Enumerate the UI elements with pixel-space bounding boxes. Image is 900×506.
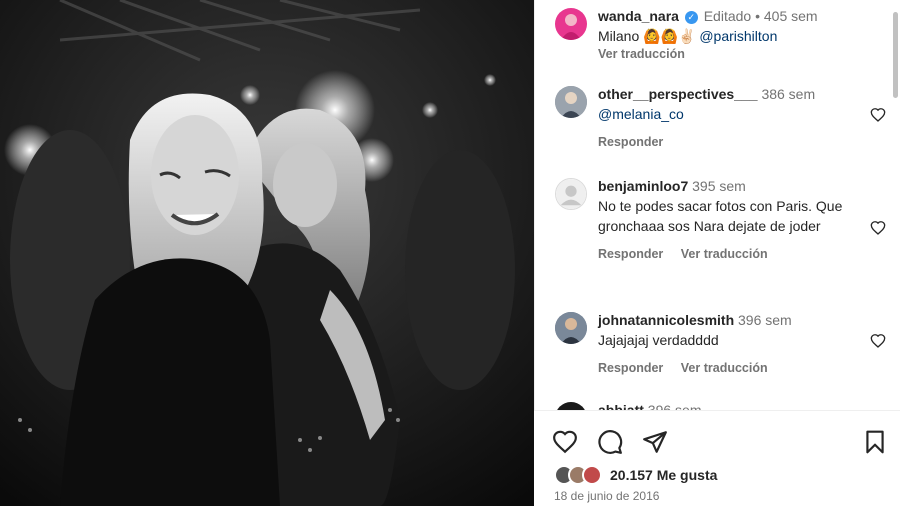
like-comment-heart-icon[interactable] (870, 220, 886, 236)
comment-item: other__perspectives___ 386 sem @melania_… (555, 84, 885, 152)
comment-username[interactable]: other__perspectives___ (598, 86, 758, 102)
caption-username[interactable]: wanda_nara (598, 8, 679, 24)
share-icon[interactable] (642, 429, 668, 455)
likes-count[interactable]: 20.157 Me gusta (610, 467, 717, 483)
bookmark-icon[interactable] (862, 429, 888, 455)
caption-mention[interactable]: @parishilton (699, 28, 777, 44)
avatar[interactable] (555, 178, 587, 210)
comment-icon[interactable] (597, 429, 623, 455)
comment-username[interactable]: johnatannicolesmith (598, 312, 734, 328)
caption-translate[interactable]: Ver traducción (598, 46, 885, 62)
caption-text: Milano 🙆🙆✌🏻 (598, 28, 696, 44)
reply-button[interactable]: Responder (598, 361, 663, 375)
likes-summary[interactable]: 20.157 Me gusta (554, 465, 717, 485)
caption-edited: Editado (703, 8, 752, 24)
comment-username[interactable]: benjaminloo7 (598, 178, 688, 194)
scrollbar-thumb[interactable] (893, 12, 898, 98)
separator: • (755, 8, 760, 24)
post-date: 18 de junio de 2016 (554, 489, 660, 503)
comment-text: Jajajajaj verdadddd (598, 332, 719, 348)
post-photo[interactable] (0, 0, 534, 506)
post-actions: 20.157 Me gusta 18 de junio de 2016 (534, 410, 900, 506)
avatar[interactable] (555, 86, 587, 118)
comment-text: No te podes sacar fotos con Paris. Que g… (598, 198, 843, 234)
reply-button[interactable]: Responder (598, 135, 663, 149)
caption-time: 405 sem (763, 8, 818, 24)
comment-item: johnatannicolesmith 396 sem Jajajajaj ve… (555, 310, 885, 378)
comment-item: benjaminloo7 395 sem No te podes sacar f… (555, 176, 885, 264)
like-comment-heart-icon[interactable] (870, 107, 886, 123)
comment-time: 396 sem (738, 312, 792, 328)
comment-time: 386 sem (761, 86, 816, 102)
photo-image (0, 0, 534, 506)
comment-mention[interactable]: @melania_co (598, 106, 684, 122)
translate-button[interactable]: Ver traducción (681, 361, 768, 375)
heart-icon[interactable] (552, 429, 578, 455)
avatar[interactable] (555, 8, 587, 40)
avatar[interactable] (555, 312, 587, 344)
comment-time: 395 sem (692, 178, 746, 194)
reply-button[interactable]: Responder (598, 247, 663, 261)
avatar (582, 465, 602, 485)
caption: wanda_nara ✓ Editado • 405 sem Milano 🙆🙆… (555, 6, 885, 62)
like-comment-heart-icon[interactable] (870, 333, 886, 349)
verified-icon: ✓ (684, 11, 698, 24)
translate-button[interactable]: Ver traducción (681, 247, 768, 261)
